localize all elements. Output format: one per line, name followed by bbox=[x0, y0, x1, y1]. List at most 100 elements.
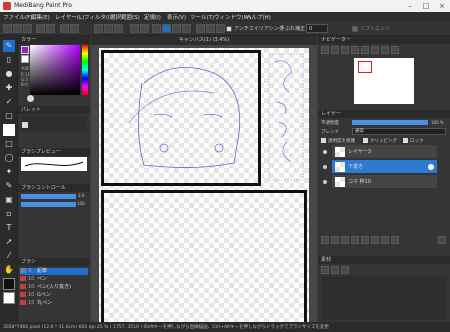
layer-property-icon[interactable] bbox=[391, 236, 399, 244]
softedge-checkbox[interactable] bbox=[352, 26, 358, 32]
menu-layer[interactable]: レイヤー(L) bbox=[55, 13, 84, 21]
move-tool-icon[interactable]: ✚ bbox=[3, 82, 15, 94]
rotate-view-left-icon[interactable] bbox=[361, 46, 369, 54]
snap-off-icon[interactable] bbox=[152, 24, 161, 33]
operation-tool-icon[interactable]: ➚ bbox=[3, 236, 15, 248]
rect-select-tool-icon[interactable]: □ bbox=[3, 138, 15, 150]
comic-panel-frame-2[interactable] bbox=[101, 190, 307, 322]
eraser-tool-icon[interactable]: ▯ bbox=[3, 54, 15, 66]
save-file-icon[interactable] bbox=[23, 24, 32, 33]
menu-ruler[interactable]: 定規(I) bbox=[144, 13, 161, 21]
dot-tool-icon[interactable]: ● bbox=[3, 68, 15, 80]
color-wheel-icon[interactable] bbox=[27, 95, 34, 102]
palette-area[interactable] bbox=[21, 116, 87, 132]
layer-blend-select[interactable]: 通常 bbox=[352, 128, 446, 135]
eye-icon[interactable] bbox=[323, 180, 327, 184]
redo-icon[interactable] bbox=[46, 24, 55, 33]
brush-item-pen[interactable]: 10 ペン bbox=[20, 276, 88, 283]
maximize-button[interactable]: □ bbox=[418, 0, 434, 12]
minimize-button[interactable]: – bbox=[402, 0, 418, 12]
zoom-fit-icon[interactable] bbox=[341, 46, 349, 54]
rotate-right-icon[interactable] bbox=[70, 24, 79, 33]
snap-vanish-icon[interactable] bbox=[182, 24, 191, 33]
hue-slider[interactable] bbox=[82, 45, 88, 95]
materials-list[interactable] bbox=[321, 276, 447, 320]
fill-tool-icon[interactable]: ✓ bbox=[3, 96, 15, 108]
background-color-swatch[interactable] bbox=[21, 55, 29, 63]
select-eraser-tool-icon[interactable]: ▣ bbox=[3, 194, 15, 206]
menu-filter[interactable]: フィルタ(I) bbox=[84, 13, 112, 21]
add-folder-icon[interactable] bbox=[331, 236, 339, 244]
move-down-icon[interactable] bbox=[381, 236, 389, 244]
merge-layer-icon[interactable] bbox=[351, 236, 359, 244]
snap-radial-icon[interactable] bbox=[196, 24, 205, 33]
menu-edit[interactable]: 編集(E) bbox=[31, 13, 50, 21]
layer-settings-gear-icon[interactable] bbox=[428, 164, 434, 170]
close-button[interactable]: × bbox=[434, 0, 450, 12]
current-color-swatch[interactable] bbox=[21, 46, 29, 54]
material-tone-icon[interactable] bbox=[331, 266, 339, 274]
flip-view-icon[interactable] bbox=[381, 46, 389, 54]
rotate-left-icon[interactable] bbox=[60, 24, 69, 33]
fill-color-swatch-icon[interactable] bbox=[3, 124, 15, 136]
eyedropper-tool-icon[interactable]: ⁄ bbox=[3, 250, 15, 262]
transform-icon[interactable] bbox=[130, 24, 139, 33]
correction-select[interactable]: 0 bbox=[306, 24, 328, 33]
palette-add-icon[interactable] bbox=[22, 122, 28, 128]
layer-opacity-slider[interactable] bbox=[352, 120, 428, 125]
clear-layer-icon[interactable] bbox=[361, 236, 369, 244]
duplicate-layer-icon[interactable] bbox=[341, 236, 349, 244]
canvas-tab[interactable]: キャンバス(1) (3.4%) bbox=[91, 36, 317, 45]
rotate-view-right-icon[interactable] bbox=[371, 46, 379, 54]
lock-checkbox[interactable] bbox=[403, 138, 408, 143]
layer-row-sketch[interactable]: 下書き bbox=[323, 160, 437, 174]
menu-file[interactable]: ファイル(F) bbox=[3, 13, 32, 21]
zoom-in-icon[interactable] bbox=[321, 46, 329, 54]
undo-icon[interactable] bbox=[36, 24, 45, 33]
pen-tool-icon[interactable]: ✎ bbox=[3, 40, 15, 52]
material-item-icon[interactable] bbox=[341, 266, 349, 274]
brush-item-pen-taper[interactable]: 10 ペン(入り抜き) bbox=[20, 284, 88, 291]
menu-tool[interactable]: ツール(T) bbox=[190, 13, 214, 21]
zoom-out-icon[interactable] bbox=[331, 46, 339, 54]
new-file-icon[interactable] bbox=[3, 24, 12, 33]
layer-row-frame[interactable]: コマ 枠10 bbox=[323, 175, 437, 189]
select-pen-tool-icon[interactable]: ✎ bbox=[3, 180, 15, 192]
eye-icon[interactable] bbox=[323, 165, 327, 169]
brush-item-pencil[interactable]: 3 鉛筆 bbox=[20, 268, 88, 275]
menu-help[interactable]: ヘルプ(H) bbox=[246, 13, 271, 21]
hand-tool-icon[interactable]: ✋ bbox=[3, 264, 15, 276]
reset-view-icon[interactable] bbox=[391, 46, 399, 54]
comic-panel-frame-1[interactable] bbox=[101, 50, 261, 186]
deselect-icon[interactable] bbox=[104, 24, 113, 33]
secondary-color-swatch[interactable] bbox=[3, 292, 15, 304]
move-up-icon[interactable] bbox=[371, 236, 379, 244]
brush-item-maru-pen[interactable]: 15 丸ペン bbox=[20, 300, 88, 307]
canvas-page[interactable] bbox=[99, 48, 309, 322]
eye-icon[interactable] bbox=[323, 150, 327, 154]
protect-alpha-checkbox[interactable] bbox=[321, 138, 326, 143]
magic-wand-tool-icon[interactable]: ✦ bbox=[3, 166, 15, 178]
primary-color-swatch[interactable] bbox=[3, 278, 15, 290]
color-saturation-field[interactable] bbox=[30, 45, 80, 95]
gradient-tool-icon[interactable]: ▢ bbox=[3, 110, 15, 122]
navigator-thumbnail[interactable] bbox=[354, 58, 414, 104]
brush-item-g-pen[interactable]: 10 Gペン bbox=[20, 292, 88, 299]
layer-row-layer3[interactable]: レイヤー3 bbox=[323, 145, 437, 159]
clipping-checkbox[interactable] bbox=[363, 138, 368, 143]
invert-selection-icon[interactable] bbox=[114, 24, 123, 33]
open-file-icon[interactable] bbox=[13, 24, 22, 33]
snap-circle-icon[interactable] bbox=[206, 24, 215, 33]
zoom-actual-icon[interactable] bbox=[351, 46, 359, 54]
mesh-transform-icon[interactable] bbox=[140, 24, 149, 33]
add-layer-icon[interactable] bbox=[321, 236, 329, 244]
brush-opacity-slider[interactable] bbox=[21, 202, 76, 207]
menu-view[interactable]: 表示(V) bbox=[167, 13, 186, 21]
navigator-view-rect[interactable] bbox=[358, 61, 372, 73]
lasso-tool-icon[interactable]: ◯ bbox=[3, 152, 15, 164]
brush-size-slider[interactable] bbox=[21, 194, 76, 199]
material-tile-icon[interactable] bbox=[321, 266, 329, 274]
divide-tool-icon[interactable]: ▫ bbox=[3, 208, 15, 220]
select-all-icon[interactable] bbox=[94, 24, 103, 33]
antialias-checkbox[interactable] bbox=[226, 26, 232, 32]
